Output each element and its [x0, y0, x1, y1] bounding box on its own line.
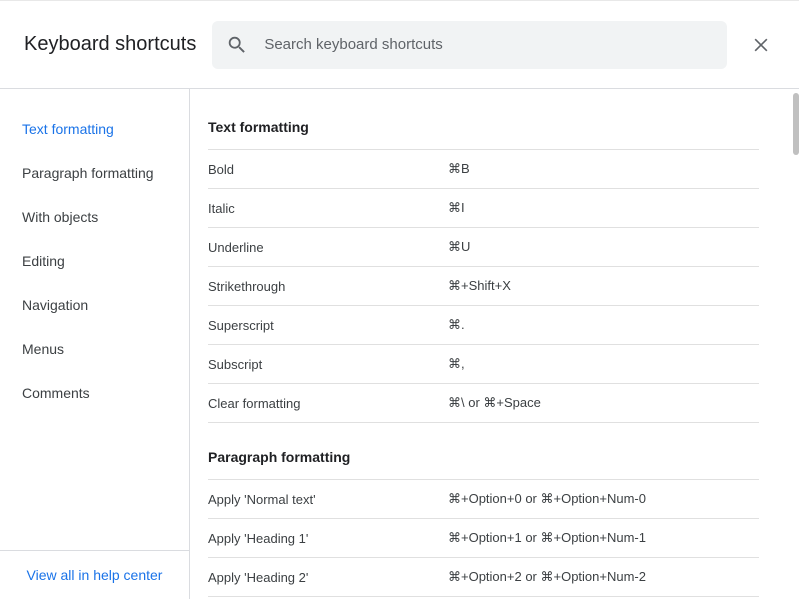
shortcut-action: Apply 'Normal text': [208, 492, 448, 507]
sidebar-item-comments[interactable]: Comments: [0, 371, 189, 415]
shortcut-key: ⌘\ or ⌘+Space: [448, 395, 541, 411]
help-center-link[interactable]: View all in help center: [27, 567, 163, 583]
shortcut-key: ⌘.: [448, 317, 465, 333]
scrollbar-thumb[interactable]: [793, 93, 799, 155]
shortcut-row: Bold ⌘B: [208, 149, 759, 188]
shortcut-key: ⌘+Shift+X: [448, 278, 511, 294]
sidebar-item-navigation[interactable]: Navigation: [0, 283, 189, 327]
dialog-header: Keyboard shortcuts: [0, 1, 799, 89]
shortcut-row: Underline ⌘U: [208, 227, 759, 266]
search-field-wrap[interactable]: [212, 21, 727, 69]
shortcut-action: Clear formatting: [208, 396, 448, 411]
close-icon: [751, 35, 771, 55]
sidebar-item-menus[interactable]: Menus: [0, 327, 189, 371]
shortcut-key: ⌘I: [448, 200, 465, 216]
shortcut-action: Bold: [208, 162, 448, 177]
search-icon: [226, 34, 248, 56]
shortcut-row: Subscript ⌘,: [208, 344, 759, 383]
shortcut-key: ⌘B: [448, 161, 470, 177]
section-title: Text formatting: [208, 119, 759, 149]
sidebar-item-label: Comments: [22, 385, 90, 401]
shortcut-content: Text formatting Bold ⌘B Italic ⌘I Underl…: [190, 89, 799, 599]
sidebar-item-label: With objects: [22, 209, 98, 225]
shortcut-row: Italic ⌘I: [208, 188, 759, 227]
shortcut-row: Apply 'Heading 2' ⌘+Option+2 or ⌘+Option…: [208, 557, 759, 596]
sidebar-item-with-objects[interactable]: With objects: [0, 195, 189, 239]
shortcut-action: Superscript: [208, 318, 448, 333]
shortcut-key: ⌘+Option+1 or ⌘+Option+Num-1: [448, 530, 646, 546]
shortcut-key: ⌘+Option+0 or ⌘+Option+Num-0: [448, 491, 646, 507]
shortcut-action: Italic: [208, 201, 448, 216]
sidebar-item-label: Text formatting: [22, 121, 114, 137]
shortcut-action: Apply 'Heading 2': [208, 570, 448, 585]
shortcut-key: ⌘,: [448, 356, 465, 372]
shortcut-row: Apply 'Normal text' ⌘+Option+0 or ⌘+Opti…: [208, 479, 759, 518]
sidebar: Text formatting Paragraph formatting Wit…: [0, 89, 190, 599]
sidebar-footer: View all in help center: [0, 550, 189, 599]
shortcut-row: Clear formatting ⌘\ or ⌘+Space: [208, 383, 759, 423]
shortcut-key: ⌘+Option+2 or ⌘+Option+Num-2: [448, 569, 646, 585]
sidebar-item-label: Paragraph formatting: [22, 165, 154, 181]
sidebar-item-label: Editing: [22, 253, 65, 269]
shortcut-key: ⌘U: [448, 239, 470, 255]
shortcut-row: Superscript ⌘.: [208, 305, 759, 344]
section-title: Paragraph formatting: [208, 449, 759, 479]
shortcut-row: Strikethrough ⌘+Shift+X: [208, 266, 759, 305]
shortcut-row: Apply 'Heading 1' ⌘+Option+1 or ⌘+Option…: [208, 518, 759, 557]
shortcut-action: Subscript: [208, 357, 448, 372]
sidebar-item-label: Menus: [22, 341, 64, 357]
shortcut-action: Strikethrough: [208, 279, 448, 294]
sidebar-item-text-formatting[interactable]: Text formatting: [0, 107, 189, 151]
dialog-title: Keyboard shortcuts: [24, 33, 196, 56]
sidebar-item-editing[interactable]: Editing: [0, 239, 189, 283]
search-input[interactable]: [264, 36, 713, 53]
close-button[interactable]: [743, 27, 779, 63]
section-text-formatting: Text formatting Bold ⌘B Italic ⌘I Underl…: [208, 119, 759, 423]
sidebar-item-paragraph-formatting[interactable]: Paragraph formatting: [0, 151, 189, 195]
section-paragraph-formatting: Paragraph formatting Apply 'Normal text'…: [208, 449, 759, 599]
shortcut-action: Apply 'Heading 1': [208, 531, 448, 546]
shortcut-action: Underline: [208, 240, 448, 255]
dialog-body: Text formatting Paragraph formatting Wit…: [0, 89, 799, 599]
sidebar-item-label: Navigation: [22, 297, 88, 313]
